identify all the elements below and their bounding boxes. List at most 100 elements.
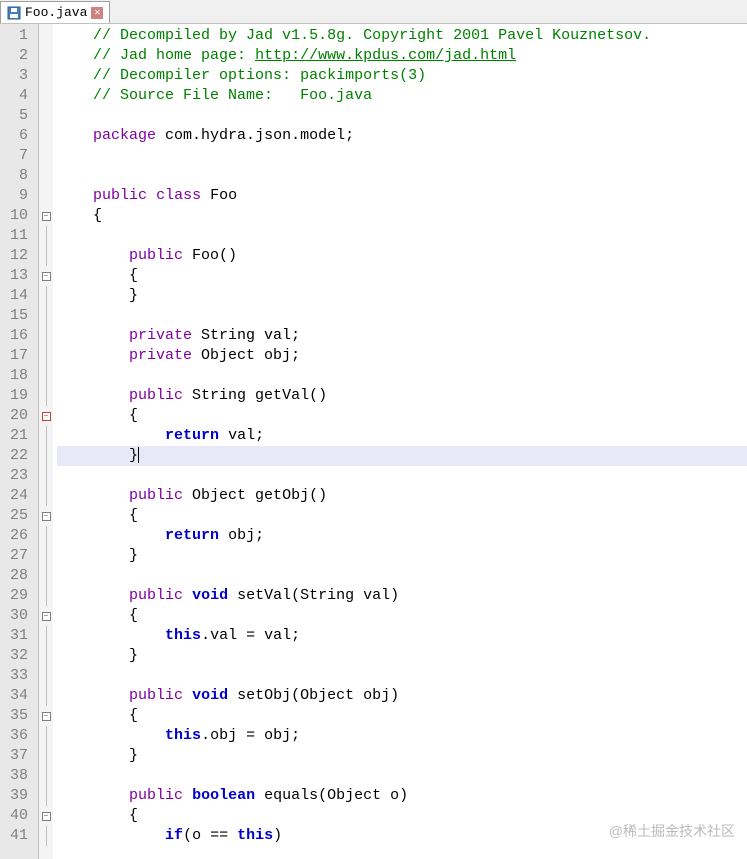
close-icon[interactable]: ✕ [91, 7, 103, 19]
file-tab[interactable]: Foo.java ✕ [0, 1, 110, 23]
line-number: 31 [0, 626, 38, 646]
fold-cell: − [39, 206, 53, 226]
code-line[interactable]: this.obj = obj; [57, 726, 747, 746]
code-line[interactable]: { [57, 506, 747, 526]
line-number: 20 [0, 406, 38, 426]
line-number: 19 [0, 386, 38, 406]
fold-cell [39, 446, 53, 466]
fold-cell [39, 286, 53, 306]
line-number: 24 [0, 486, 38, 506]
code-line[interactable]: // Decompiled by Jad v1.5.8g. Copyright … [57, 26, 747, 46]
code-editor[interactable]: 1234567891011121314151617181920212223242… [0, 24, 747, 859]
code-line[interactable]: package com.hydra.json.model; [57, 126, 747, 146]
code-line[interactable]: return val; [57, 426, 747, 446]
code-line[interactable]: } [57, 746, 747, 766]
fold-cell [39, 346, 53, 366]
code-line[interactable]: // Jad home page: http://www.kpdus.com/j… [57, 46, 747, 66]
code-line[interactable]: public class Foo [57, 186, 747, 206]
code-line[interactable] [57, 166, 747, 186]
line-number: 23 [0, 466, 38, 486]
line-number: 35 [0, 706, 38, 726]
line-number: 22 [0, 446, 38, 466]
fold-cell [39, 726, 53, 746]
code-line[interactable]: // Source File Name: Foo.java [57, 86, 747, 106]
fold-cell [39, 326, 53, 346]
line-number: 26 [0, 526, 38, 546]
line-number: 2 [0, 46, 38, 66]
fold-toggle-icon[interactable]: − [42, 612, 51, 621]
code-line[interactable]: } [57, 286, 747, 306]
line-number: 28 [0, 566, 38, 586]
line-number: 9 [0, 186, 38, 206]
code-line[interactable]: { [57, 606, 747, 626]
line-number: 14 [0, 286, 38, 306]
code-line[interactable]: public void setVal(String val) [57, 586, 747, 606]
code-line[interactable]: } [57, 546, 747, 566]
fold-toggle-icon[interactable]: − [42, 712, 51, 721]
code-line[interactable] [57, 666, 747, 686]
code-line[interactable]: public Foo() [57, 246, 747, 266]
fold-cell [39, 686, 53, 706]
code-line[interactable]: private Object obj; [57, 346, 747, 366]
fold-cell [39, 306, 53, 326]
code-line[interactable]: } [57, 446, 747, 466]
fold-cell: − [39, 606, 53, 626]
code-line[interactable] [57, 226, 747, 246]
code-line[interactable]: { [57, 266, 747, 286]
code-line[interactable] [57, 566, 747, 586]
code-area[interactable]: // Decompiled by Jad v1.5.8g. Copyright … [53, 24, 747, 859]
code-line[interactable]: private String val; [57, 326, 747, 346]
code-line[interactable] [57, 466, 747, 486]
code-line[interactable] [57, 306, 747, 326]
fold-cell [39, 86, 53, 106]
fold-cell [39, 486, 53, 506]
line-number: 38 [0, 766, 38, 786]
fold-cell [39, 746, 53, 766]
line-number-gutter: 1234567891011121314151617181920212223242… [0, 24, 39, 859]
fold-toggle-icon[interactable]: − [42, 512, 51, 521]
fold-toggle-icon[interactable]: − [42, 412, 51, 421]
fold-cell [39, 466, 53, 486]
watermark-text: @稀土掘金技术社区 [609, 821, 735, 841]
fold-cell [39, 386, 53, 406]
fold-cell [39, 526, 53, 546]
code-line[interactable]: public Object getObj() [57, 486, 747, 506]
line-number: 10 [0, 206, 38, 226]
fold-cell [39, 626, 53, 646]
fold-cell: − [39, 706, 53, 726]
code-line[interactable] [57, 766, 747, 786]
line-number: 7 [0, 146, 38, 166]
code-line[interactable]: // Decompiler options: packimports(3) [57, 66, 747, 86]
code-line[interactable]: public void setObj(Object obj) [57, 686, 747, 706]
fold-toggle-icon[interactable]: − [42, 272, 51, 281]
code-line[interactable]: public boolean equals(Object o) [57, 786, 747, 806]
code-line[interactable]: return obj; [57, 526, 747, 546]
tab-filename: Foo.java [25, 5, 87, 20]
code-line[interactable] [57, 106, 747, 126]
text-cursor [138, 447, 139, 463]
code-line[interactable] [57, 366, 747, 386]
line-number: 4 [0, 86, 38, 106]
code-line[interactable]: { [57, 706, 747, 726]
tab-bar: Foo.java ✕ [0, 0, 747, 24]
code-line[interactable]: this.val = val; [57, 626, 747, 646]
code-line[interactable]: { [57, 206, 747, 226]
code-line[interactable] [57, 146, 747, 166]
fold-cell [39, 366, 53, 386]
code-line[interactable]: { [57, 406, 747, 426]
line-number: 17 [0, 346, 38, 366]
fold-cell [39, 426, 53, 446]
fold-toggle-icon[interactable]: − [42, 812, 51, 821]
fold-cell [39, 46, 53, 66]
code-line[interactable]: public String getVal() [57, 386, 747, 406]
fold-cell [39, 666, 53, 686]
line-number: 37 [0, 746, 38, 766]
line-number: 25 [0, 506, 38, 526]
code-line[interactable]: } [57, 646, 747, 666]
fold-column: − − − − − − − [39, 24, 53, 859]
line-number: 41 [0, 826, 38, 846]
fold-cell [39, 566, 53, 586]
line-number: 29 [0, 586, 38, 606]
line-number: 21 [0, 426, 38, 446]
fold-toggle-icon[interactable]: − [42, 212, 51, 221]
